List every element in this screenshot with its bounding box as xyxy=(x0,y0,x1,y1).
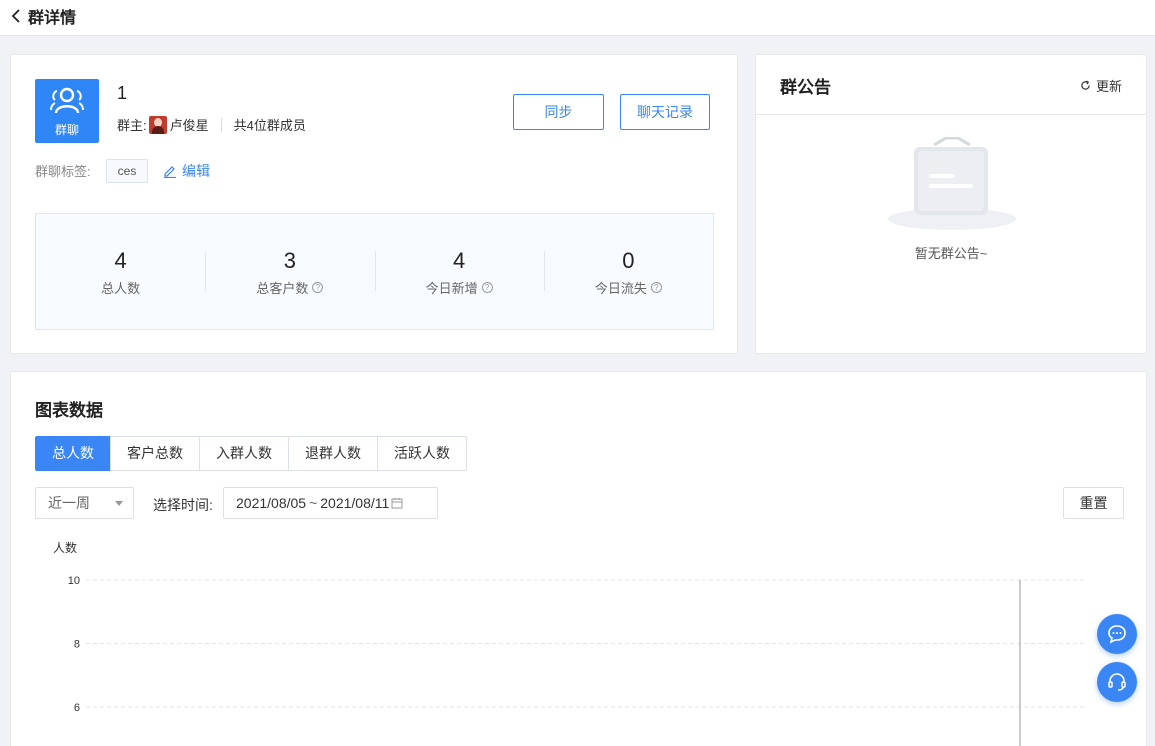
date-separator: ~ xyxy=(309,495,318,511)
help-icon[interactable]: ? xyxy=(650,281,662,293)
stat-value: 0 xyxy=(622,247,635,273)
period-select[interactable]: 近一周 xyxy=(35,487,134,519)
notice-title: 群公告 xyxy=(780,78,831,97)
y-tick-label: 6 xyxy=(74,702,80,714)
tag-label: 群聊标签: xyxy=(35,164,91,179)
tab-customer-total[interactable]: 客户总数 xyxy=(110,436,200,471)
caret-down-icon xyxy=(115,501,123,506)
time-label: 选择时间: xyxy=(153,497,213,513)
page-title: 群详情 xyxy=(28,10,77,27)
edit-label: 编辑 xyxy=(182,163,210,179)
sync-button[interactable]: 同步 xyxy=(513,94,604,130)
stat-total-customers: 3 总客户数? xyxy=(205,247,374,297)
tab-left[interactable]: 退群人数 xyxy=(288,436,378,471)
group-info-card: 群聊 1 群主: 卢俊星 共4位群成员 同步 聊天记录 群聊标签: ces 编辑… xyxy=(10,54,738,354)
owner-name: 卢俊星 xyxy=(169,118,209,133)
stat-value: 4 xyxy=(114,247,127,273)
y-tick-label: 8 xyxy=(74,639,80,651)
date-start: 2021/08/05 xyxy=(236,495,307,511)
date-end: 2021/08/11 xyxy=(320,495,390,511)
stat-label: 今日新增 xyxy=(425,280,478,296)
stat-lost-today: 0 今日流失? xyxy=(543,247,713,297)
help-icon[interactable]: ? xyxy=(312,281,324,293)
chevron-left-icon xyxy=(11,9,20,23)
stat-value: 4 xyxy=(453,247,466,273)
y-tick-label: 10 xyxy=(68,575,80,587)
edit-tag-button[interactable]: 编辑 xyxy=(163,161,210,181)
top-bar: 群详情 xyxy=(0,0,1155,36)
owner-avatar xyxy=(148,115,167,134)
refresh-label: 更新 xyxy=(1095,79,1122,94)
chat-bubble-icon xyxy=(1108,625,1126,644)
edit-icon xyxy=(164,166,176,178)
stat-value: 3 xyxy=(283,247,296,273)
stat-label: 总客户数 xyxy=(256,280,309,296)
notice-header: 群公告 更新 xyxy=(756,55,1146,115)
calendar-icon xyxy=(391,498,403,509)
owner-label: 群主: xyxy=(117,118,147,133)
owner-row: 群主: 卢俊星 共4位群成员 xyxy=(117,115,306,134)
group-users-icon xyxy=(50,87,84,114)
service-float-button[interactable] xyxy=(1097,662,1137,702)
member-count: 共4位群成员 xyxy=(233,118,306,133)
reset-button[interactable]: 重置 xyxy=(1063,487,1124,519)
y-axis-label: 人数 xyxy=(53,540,77,555)
chart-tabs: 总人数 客户总数 入群人数 退群人数 活跃人数 xyxy=(35,436,467,471)
group-avatar-label: 群聊 xyxy=(54,123,79,137)
line-chart: 人数 10 8 6 xyxy=(53,540,1086,746)
tab-active[interactable]: 活跃人数 xyxy=(377,436,467,471)
refresh-icon xyxy=(1081,80,1090,90)
group-name: 1 xyxy=(117,83,128,103)
help-icon[interactable]: ? xyxy=(481,281,493,293)
stats-panel: 4 总人数 3 总客户数? 4 今日新增? 0 今日流失? xyxy=(35,213,714,330)
stat-new-today: 4 今日新增? xyxy=(374,247,544,297)
chart-card: 图表数据 总人数 客户总数 入群人数 退群人数 活跃人数 近一周 选择时间: 2… xyxy=(10,371,1147,746)
group-notice-card: 群公告 更新 暂无群公告~ xyxy=(755,54,1147,354)
tab-joined[interactable]: 入群人数 xyxy=(199,436,289,471)
chat-log-button[interactable]: 聊天记录 xyxy=(620,94,710,130)
empty-box-icon xyxy=(888,137,1016,230)
stat-label: 总人数 xyxy=(101,280,141,296)
date-range-picker[interactable]: 2021/08/05 ~ 2021/08/11 xyxy=(223,487,438,519)
chart-title: 图表数据 xyxy=(35,401,103,420)
headset-icon xyxy=(1108,673,1126,691)
divider xyxy=(220,117,222,132)
empty-notice-text: 暂无群公告~ xyxy=(914,246,988,261)
tab-total-members[interactable]: 总人数 xyxy=(35,436,111,471)
stat-total-members: 4 总人数 xyxy=(36,247,205,297)
stat-label: 今日流失 xyxy=(594,280,647,296)
chat-float-button[interactable] xyxy=(1097,614,1137,654)
group-tag: ces xyxy=(106,159,148,183)
period-value: 近一周 xyxy=(48,495,90,511)
group-avatar: 群聊 xyxy=(35,79,99,143)
back-button[interactable]: 群详情 xyxy=(10,4,76,28)
refresh-button[interactable]: 更新 xyxy=(1080,76,1122,95)
